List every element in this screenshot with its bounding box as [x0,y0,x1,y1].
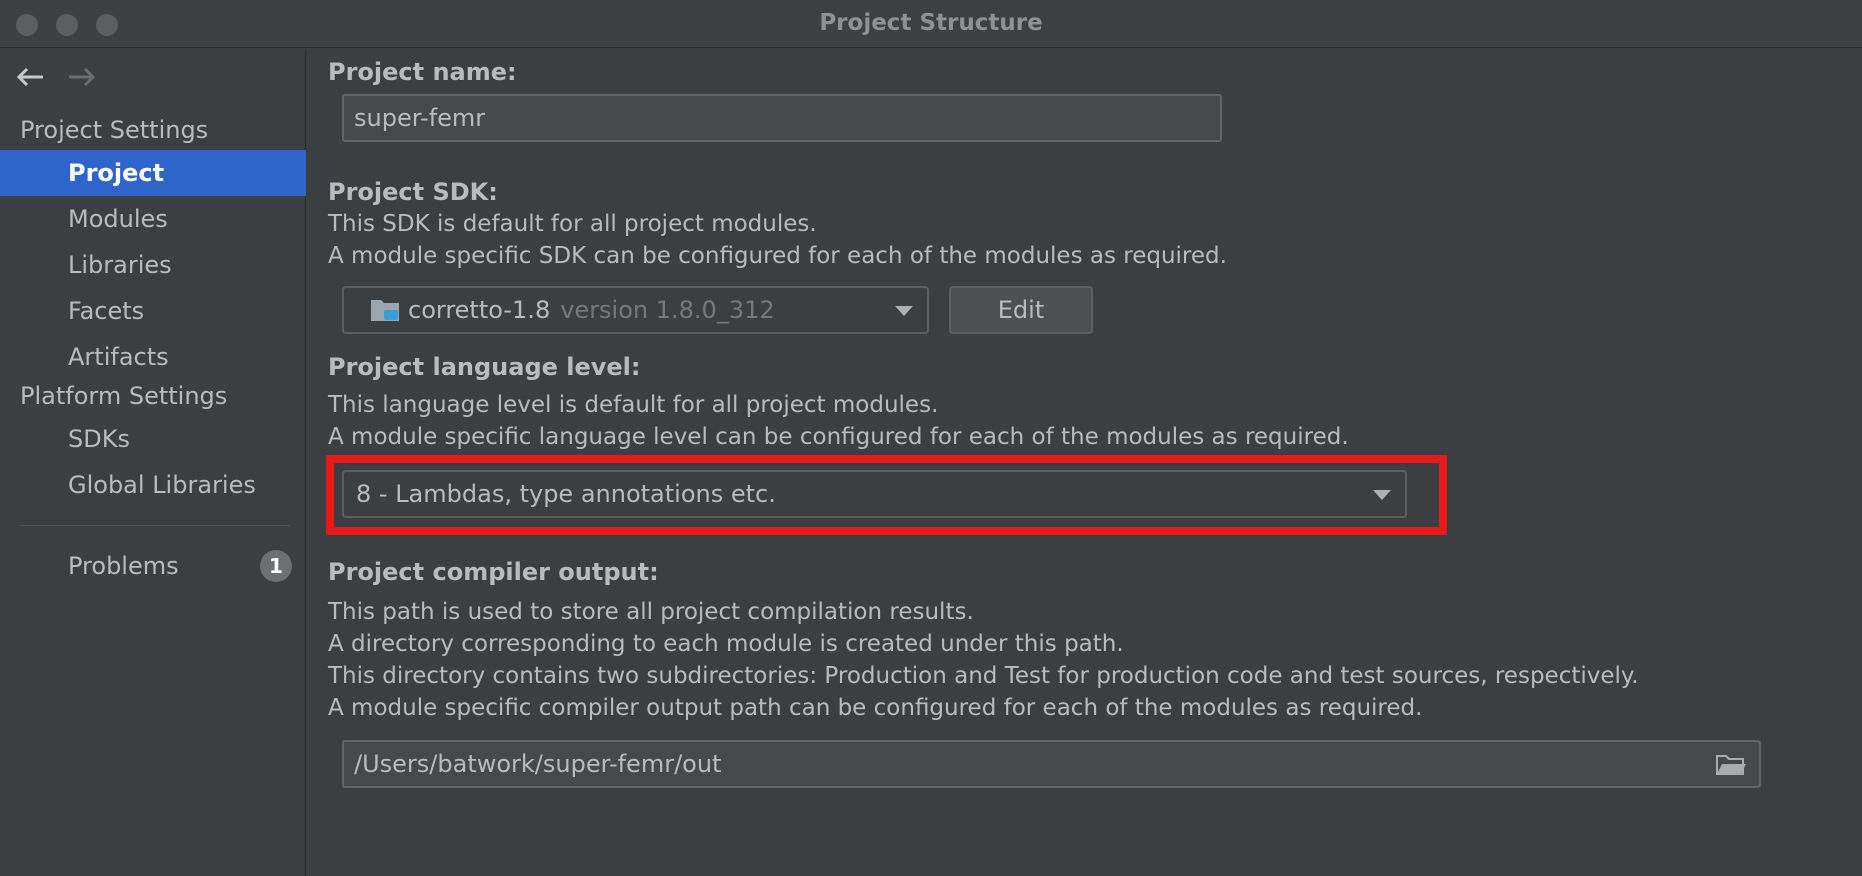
sidebar-item-label: SDKs [68,425,130,453]
sidebar-item-modules[interactable]: Modules [0,196,306,242]
problems-count-badge: 1 [260,550,292,582]
sidebar-item-label: Project [68,159,165,187]
language-level-description-line2: A module specific language level can be … [328,424,1349,450]
sidebar-divider [20,525,290,526]
project-name-label: Project name: [328,58,517,86]
sdk-dropdown[interactable]: corretto-1.8 version 1.8.0_312 [342,286,929,334]
compiler-output-description-line2: A directory corresponding to each module… [328,631,1124,657]
compiler-output-path-value: /Users/batwork/super-femr/out [354,750,722,778]
project-settings-header: Project Settings [20,116,209,144]
project-settings-panel: Project name: super-femr Project SDK: Th… [307,49,1862,876]
sidebar: Project Settings Project Modules Librari… [0,49,306,876]
language-level-description-line1: This language level is default for all p… [328,392,939,418]
chevron-down-icon [895,306,913,316]
folder-browse-icon[interactable] [1715,753,1747,777]
sidebar-item-label: Problems [68,552,179,580]
project-compiler-output-label: Project compiler output: [328,558,659,586]
project-name-value: super-femr [354,104,486,132]
arrow-right-icon [69,67,96,87]
sidebar-item-artifacts[interactable]: Artifacts [0,334,306,380]
project-name-field[interactable]: super-femr [342,94,1222,142]
sidebar-item-project[interactable]: Project [0,150,306,196]
window-title: Project Structure [819,10,1043,36]
compiler-output-path-field[interactable]: /Users/batwork/super-femr/out [342,740,1761,788]
forward-button[interactable] [64,61,100,93]
project-structure-window: Project Structure Project Settings Proje… [0,0,1862,876]
arrow-left-icon [16,67,43,87]
sidebar-item-problems[interactable]: Problems 1 [0,543,306,589]
sidebar-item-sdks[interactable]: SDKs [0,416,306,462]
sdk-name: corretto-1.8 [408,296,551,324]
sidebar-item-label: Global Libraries [68,471,256,499]
sidebar-item-label: Modules [68,205,168,233]
title-bar: Project Structure [0,0,1862,48]
compiler-output-description-line3: This directory contains two subdirectori… [328,663,1639,689]
sidebar-item-libraries[interactable]: Libraries [0,242,306,288]
sidebar-item-global-libraries[interactable]: Global Libraries [0,462,306,508]
sidebar-item-label: Libraries [68,251,172,279]
sidebar-item-label: Facets [68,297,145,325]
sdk-folder-icon [371,300,399,321]
back-button[interactable] [12,61,48,93]
sidebar-item-label: Artifacts [68,343,169,371]
edit-sdk-button[interactable]: Edit [949,286,1093,334]
sidebar-item-facets[interactable]: Facets [0,288,306,334]
project-language-level-label: Project language level: [328,353,641,381]
compiler-output-description-line4: A module specific compiler output path c… [328,695,1423,721]
project-sdk-label: Project SDK: [328,178,498,206]
compiler-output-description-line1: This path is used to store all project c… [328,599,974,625]
sdk-description-line2: A module specific SDK can be configured … [328,243,1227,269]
highlight-annotation-box [326,455,1447,535]
sdk-version: version 1.8.0_312 [560,296,775,324]
platform-settings-header: Platform Settings [20,382,228,410]
sdk-description-line1: This SDK is default for all project modu… [328,211,817,237]
